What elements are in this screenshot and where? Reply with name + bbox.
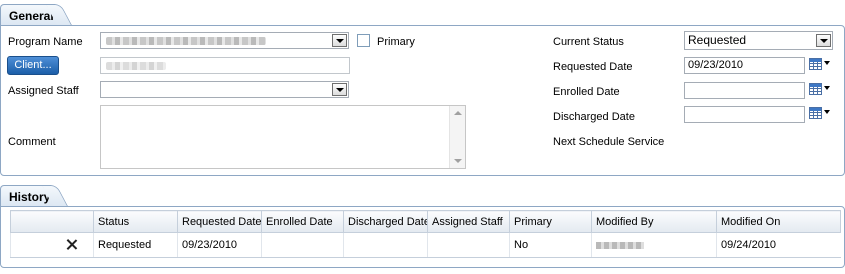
column-header-modified-by[interactable]: Modified By (591, 210, 717, 233)
tab-history[interactable]: History (0, 185, 58, 207)
tab-history-label: History (9, 190, 51, 204)
next-schedule-label: Next Schedule Service (553, 136, 665, 148)
modified-by-cell (591, 232, 717, 258)
current-status-select[interactable]: Requested (684, 31, 833, 50)
scroll-down-icon[interactable] (454, 159, 462, 163)
modified-on-cell: 09/24/2010 (716, 232, 841, 258)
requested-date-input[interactable]: 09/23/2010 (684, 57, 805, 74)
program-name-label: Program Name (8, 36, 83, 48)
assigned-staff-label: Assigned Staff (8, 85, 79, 97)
column-header-actions[interactable] (10, 210, 94, 233)
chevron-down-icon[interactable] (816, 34, 831, 47)
comment-scrollbar[interactable] (449, 106, 465, 168)
current-status-value: Requested (688, 33, 747, 47)
requested-date-cell: 09/23/2010 (177, 232, 262, 258)
current-status-label: Current Status (553, 36, 624, 48)
client-redacted (106, 62, 166, 70)
assigned-staff-cell (427, 232, 510, 258)
assigned-staff-select[interactable] (100, 81, 349, 98)
history-header-row: Status Requested Date Enrolled Date Disc… (10, 210, 841, 233)
table-row[interactable]: Requested 09/23/2010 No 09/24/2010 (10, 232, 841, 258)
column-header-enrolled-date[interactable]: Enrolled Date (261, 210, 344, 233)
calendar-icon[interactable] (809, 82, 831, 96)
enrolled-date-label: Enrolled Date (553, 86, 620, 98)
column-header-assigned-staff[interactable]: Assigned Staff (427, 210, 510, 233)
comment-label: Comment (8, 136, 56, 148)
primary-checkbox[interactable] (357, 34, 370, 47)
primary-label: Primary (377, 36, 415, 48)
chevron-down-icon[interactable] (332, 34, 347, 47)
client-button[interactable]: Client... (7, 56, 59, 75)
scroll-up-icon[interactable] (454, 111, 462, 115)
client-button-label: Client... (14, 59, 52, 71)
requested-date-label: Requested Date (553, 61, 633, 73)
discharged-date-label: Discharged Date (553, 111, 635, 123)
column-header-discharged-date[interactable]: Discharged Date (343, 210, 428, 233)
close-icon[interactable] (67, 239, 77, 249)
discharged-date-cell (343, 232, 428, 258)
discharged-date-input[interactable] (684, 106, 805, 123)
row-actions-cell (10, 232, 94, 258)
column-header-requested-date[interactable]: Requested Date (177, 210, 262, 233)
history-table: Status Requested Date Enrolled Date Disc… (10, 210, 841, 258)
tab-general[interactable]: General (0, 4, 62, 26)
status-cell: Requested (93, 232, 178, 258)
column-header-status[interactable]: Status (93, 210, 178, 233)
calendar-icon[interactable] (809, 106, 831, 120)
program-name-redacted (106, 37, 266, 45)
enrolled-date-cell (261, 232, 344, 258)
primary-cell: No (509, 232, 592, 258)
client-field[interactable] (100, 57, 350, 74)
program-name-select[interactable] (100, 32, 349, 49)
column-header-modified-on[interactable]: Modified On (716, 210, 841, 233)
requested-date-value: 09/23/2010 (688, 59, 744, 71)
chevron-down-icon[interactable] (332, 83, 347, 96)
comment-textarea[interactable] (100, 105, 466, 169)
tab-general-label: General (9, 9, 54, 23)
modified-by-redacted (596, 241, 644, 249)
enrolled-date-input[interactable] (684, 82, 805, 99)
column-header-primary[interactable]: Primary (509, 210, 592, 233)
calendar-icon[interactable] (809, 57, 831, 71)
